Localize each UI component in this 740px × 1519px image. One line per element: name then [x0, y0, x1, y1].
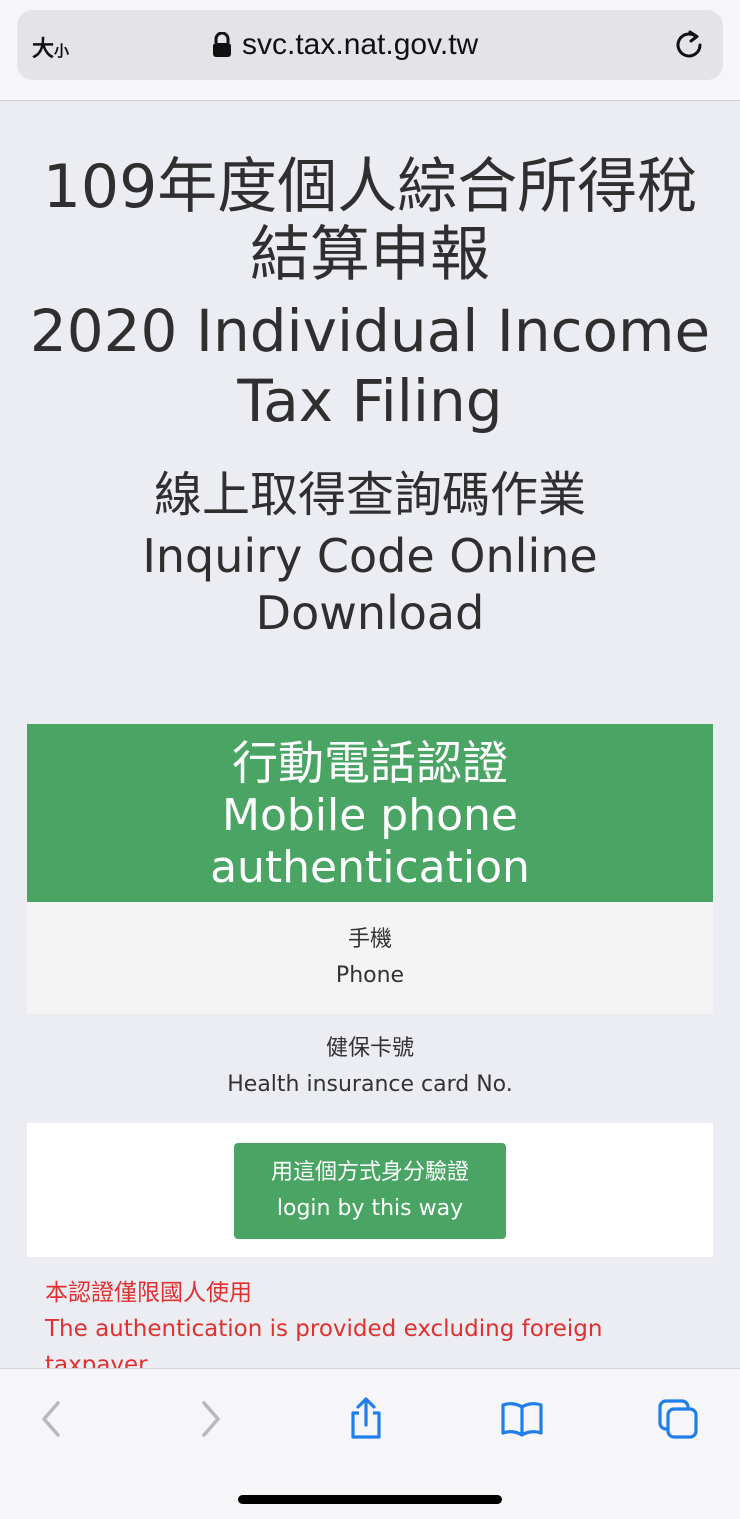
subtitle-zh: 線上取得查詢碼作業: [153, 467, 586, 523]
tabs-icon[interactable]: [656, 1397, 700, 1441]
health-label-zh: 健保卡號: [325, 1036, 414, 1061]
share-icon[interactable]: [344, 1397, 388, 1441]
subtitle-en-line1: Inquiry Code Online: [142, 529, 598, 583]
foreigner-notice: 本認證僅限國人使用 The authentication is provided…: [45, 1275, 705, 1368]
url-display[interactable]: svc.tax.nat.gov.tw: [212, 25, 478, 65]
text-size-small-label: 小: [54, 42, 70, 60]
title-zh-line1: 109年度個人綜合所得稅: [42, 152, 698, 222]
browser-top-bar: 大小 svc.tax.nat.gov.tw: [0, 0, 740, 101]
forward-icon[interactable]: [188, 1397, 232, 1441]
login-button-label-zh: 用這個方式身分驗證: [270, 1160, 469, 1185]
login-button-label-en: login by this way: [276, 1196, 464, 1221]
page-title-zh: 109年度個人綜合所得稅 結算申報: [0, 153, 740, 289]
auth-method-header: 行動電話認證 Mobile phone authentication: [27, 724, 713, 902]
phone-requirement: 手機 Phone: [27, 902, 713, 1014]
phone-label-en: Phone: [335, 963, 405, 988]
login-button-panel: 用這個方式身分驗證 login by this way: [27, 1123, 713, 1257]
page-content: 109年度個人綜合所得稅 結算申報 2020 Individual Income…: [0, 101, 740, 1368]
text-size-big-label: 大: [32, 37, 55, 62]
url-text: svc.tax.nat.gov.tw: [242, 28, 479, 61]
title-en-line2: Tax Filing: [237, 367, 503, 435]
subtitle-en-line2: Download: [255, 586, 485, 640]
notice-en: The authentication is provided excluding…: [45, 1316, 603, 1368]
notice-zh: 本認證僅限國人使用: [45, 1280, 252, 1306]
health-label-en: Health insurance card No.: [227, 1072, 513, 1097]
home-indicator[interactable]: [238, 1495, 502, 1504]
browser-bottom-toolbar: [0, 1368, 740, 1519]
auth-header-zh: 行動電話認證: [232, 736, 508, 790]
back-icon[interactable]: [30, 1397, 74, 1441]
reload-icon[interactable]: [672, 28, 706, 62]
auth-header-en-line1: Mobile phone: [221, 790, 518, 841]
page-title-en: 2020 Individual Income Tax Filing: [0, 296, 740, 436]
title-zh-line2: 結算申報: [250, 220, 490, 290]
login-by-this-way-button[interactable]: 用這個方式身分驗證 login by this way: [234, 1143, 506, 1239]
lock-icon: [213, 32, 231, 57]
health-card-requirement: 健保卡號 Health insurance card No.: [27, 1031, 713, 1103]
title-en-line1: 2020 Individual Income: [29, 297, 711, 365]
subtitle-en: Inquiry Code Online Download: [0, 528, 740, 642]
text-size-button[interactable]: 大小: [32, 31, 69, 63]
auth-header-en-line2: authentication: [210, 842, 530, 893]
bookmarks-icon[interactable]: [500, 1397, 544, 1441]
phone-label-zh: 手機: [347, 927, 392, 952]
